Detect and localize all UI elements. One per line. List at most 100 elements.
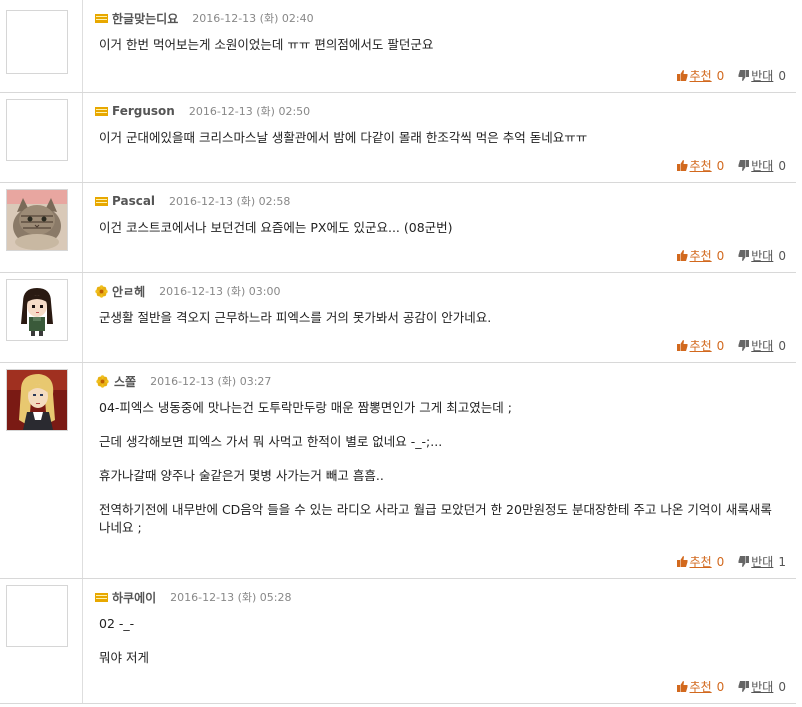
- avatar[interactable]: [6, 585, 68, 647]
- avatar[interactable]: [6, 10, 68, 74]
- comment-line: 04-피엑스 냉동중에 맛나는건 도투락만두랑 매운 짬뽕면인가 그게 최고였는…: [99, 400, 512, 415]
- upvote-label: 추천: [689, 680, 712, 694]
- downvote-button[interactable]: 반대 0: [738, 678, 786, 695]
- nickname[interactable]: Ferguson: [112, 104, 175, 118]
- comment-meta: 한글맞는디요 2016-12-13 (화) 02:40: [95, 8, 314, 28]
- comment-item: Pascal 2016-12-13 (화) 02:58 이건 코스트코에서나 보…: [0, 183, 796, 273]
- downvote-label: 반대: [751, 249, 774, 263]
- comment-body: 안ㄹ헤 2016-12-13 (화) 03:00 군생활 절반을 격오지 근무하…: [82, 273, 790, 362]
- thumbs-down-icon: [738, 160, 750, 171]
- vote-bar: 추천 0 반대 0: [676, 67, 786, 84]
- upvote-button[interactable]: 추천 0: [676, 157, 725, 174]
- comment-line: 이건 코스트코에서나 보던건데 요즘에는 PX에도 있군요... (08군번): [99, 220, 453, 235]
- downvote-label: 반대: [751, 159, 774, 173]
- comment-date: 2016-12-13 (화) 02:40: [192, 12, 314, 25]
- avatar[interactable]: [6, 279, 68, 341]
- comment-item: 스쫄 2016-12-13 (화) 03:27 04-피엑스 냉동중에 맛나는건…: [0, 363, 796, 579]
- comment-line: 전역하기전에 내무반에 CD음악 들을 수 있는 라디오 사라고 월급 모았던거…: [99, 502, 772, 535]
- comment-date: 2016-12-13 (화) 02:50: [188, 105, 311, 118]
- comment-meta: Ferguson 2016-12-13 (화) 02:50: [95, 101, 310, 121]
- upvote-button[interactable]: 추천 0: [676, 247, 724, 264]
- upvote-button[interactable]: 추천 0: [676, 678, 724, 695]
- nickname[interactable]: 안ㄹ헤: [112, 283, 145, 300]
- comment-body: 하쿠에이 2016-12-13 (화) 05:28 02 -_- 뭐야 저게 추…: [82, 579, 790, 703]
- upvote-button[interactable]: 추천 0: [676, 67, 725, 84]
- comment-line: 군생활 절반을 격오지 근무하느라 피엑스를 거의 못가봐서 공감이 안가네요.: [99, 310, 492, 325]
- upvote-count: 0: [716, 68, 725, 83]
- comment-line: 이거 군대에있을때 크리스마스날 생활관에서 밤에 다같이 몰래 한조각씩 먹은…: [99, 130, 588, 145]
- level-bar-icon: [95, 592, 108, 602]
- thumbs-up-icon: [676, 681, 688, 692]
- upvote-label: 추천: [689, 69, 712, 83]
- thumbs-down-icon: [738, 681, 750, 692]
- cat-avatar-image: [7, 190, 67, 250]
- comment-item: Ferguson 2016-12-13 (화) 02:50 이거 군대에있을때 …: [0, 93, 796, 183]
- nickname[interactable]: 스쫄: [114, 373, 136, 390]
- comment-date: 2016-12-13 (화) 03:27: [150, 375, 272, 388]
- downvote-label: 반대: [751, 555, 774, 569]
- downvote-count: 0: [778, 338, 786, 353]
- upvote-count: 0: [716, 554, 725, 569]
- level-bar-icon: [95, 196, 108, 206]
- comment-line: 근데 생각해보면 피엑스 가서 뭐 사먹고 한적이 별로 없네요 -_-;...: [99, 434, 443, 449]
- vote-bar: 추천 0 반대 0: [676, 337, 786, 354]
- downvote-button[interactable]: 반대 0: [738, 157, 786, 174]
- comment-date: 2016-12-13 (화) 02:58: [169, 195, 291, 208]
- upvote-button[interactable]: 추천 0: [676, 337, 725, 354]
- downvote-button[interactable]: 반대 0: [738, 67, 786, 84]
- comment-meta: 안ㄹ헤 2016-12-13 (화) 03:00: [95, 281, 280, 301]
- comment-line: 뭐야 저게: [99, 650, 149, 665]
- thumbs-up-icon: [676, 160, 688, 171]
- avatar[interactable]: [6, 99, 68, 161]
- thumbs-up-icon: [676, 556, 688, 567]
- comment-text: 이거 한번 먹어보는게 소원이었는데 ㅠㅠ 편의점에서도 팔던군요: [99, 36, 780, 54]
- comment-item: 안ㄹ헤 2016-12-13 (화) 03:00 군생활 절반을 격오지 근무하…: [0, 273, 796, 363]
- thumbs-up-icon: [676, 70, 688, 81]
- comment-text: 군생활 절반을 격오지 근무하느라 피엑스를 거의 못가봐서 공감이 안가네요.: [99, 309, 780, 327]
- vote-bar: 추천 0 반대 0: [676, 247, 786, 264]
- upvote-count: 0: [716, 338, 725, 353]
- comment-text: 이건 코스트코에서나 보던건데 요즘에는 PX에도 있군요... (08군번): [99, 219, 780, 237]
- thumbs-down-icon: [738, 340, 750, 351]
- avatar[interactable]: [6, 369, 68, 431]
- comment-body: 한글맞는디요 2016-12-13 (화) 02:40 이거 한번 먹어보는게 …: [82, 0, 790, 92]
- comment-body: 스쫄 2016-12-13 (화) 03:27 04-피엑스 냉동중에 맛나는건…: [82, 363, 790, 578]
- comment-meta: 하쿠에이 2016-12-13 (화) 05:28: [95, 587, 292, 607]
- comment-body: Pascal 2016-12-13 (화) 02:58 이건 코스트코에서나 보…: [82, 183, 790, 272]
- thumbs-down-icon: [738, 250, 750, 261]
- level-bar-icon: [95, 13, 108, 23]
- thumbs-down-icon: [738, 556, 750, 567]
- level-bar-icon: [95, 106, 108, 116]
- comment-text: 02 -_- 뭐야 저게: [99, 615, 780, 667]
- upvote-label: 추천: [689, 339, 712, 353]
- comment-text: 04-피엑스 냉동중에 맛나는건 도투락만두랑 매운 짬뽕면인가 그게 최고였는…: [99, 399, 780, 537]
- upvote-button[interactable]: 추천 0: [676, 553, 725, 570]
- comment-date: 2016-12-13 (화) 03:00: [159, 285, 281, 298]
- comment-meta: Pascal 2016-12-13 (화) 02:58: [95, 191, 290, 211]
- comment-line: 휴가나갈때 양주나 술같은거 몇병 사가는거 빼고 흠흠..: [99, 468, 384, 483]
- upvote-label: 추천: [689, 159, 712, 173]
- nickname[interactable]: 하쿠에이: [112, 589, 156, 606]
- downvote-button[interactable]: 반대 0: [738, 247, 786, 264]
- nickname[interactable]: Pascal: [112, 194, 155, 208]
- comment-item: 하쿠에이 2016-12-13 (화) 05:28 02 -_- 뭐야 저게 추…: [0, 579, 796, 704]
- thumbs-up-icon: [676, 250, 688, 261]
- vote-bar: 추천 0 반대 0: [676, 678, 786, 695]
- comment-text: 이거 군대에있을때 크리스마스날 생활관에서 밤에 다같이 몰래 한조각씩 먹은…: [99, 129, 780, 147]
- vote-bar: 추천 0 반대 1: [676, 553, 786, 570]
- upvote-count: 0: [716, 158, 725, 173]
- downvote-button[interactable]: 반대 1: [738, 553, 786, 570]
- flower-level-icon: [96, 374, 109, 388]
- comment-meta: 스쫄 2016-12-13 (화) 03:27: [95, 371, 271, 391]
- comment-body: Ferguson 2016-12-13 (화) 02:50 이거 군대에있을때 …: [82, 93, 790, 182]
- downvote-count: 0: [778, 248, 786, 263]
- downvote-button[interactable]: 반대 0: [738, 337, 786, 354]
- comment-line: 이거 한번 먹어보는게 소원이었는데 ㅠㅠ 편의점에서도 팔던군요: [99, 37, 434, 52]
- comment-date: 2016-12-13 (화) 05:28: [170, 591, 292, 604]
- downvote-count: 0: [778, 679, 786, 694]
- nickname[interactable]: 한글맞는디요: [112, 10, 178, 27]
- pixel-girl-avatar-image: [7, 280, 67, 340]
- avatar[interactable]: [6, 189, 68, 251]
- downvote-label: 반대: [751, 339, 774, 353]
- comment-line: 02 -_-: [99, 616, 135, 631]
